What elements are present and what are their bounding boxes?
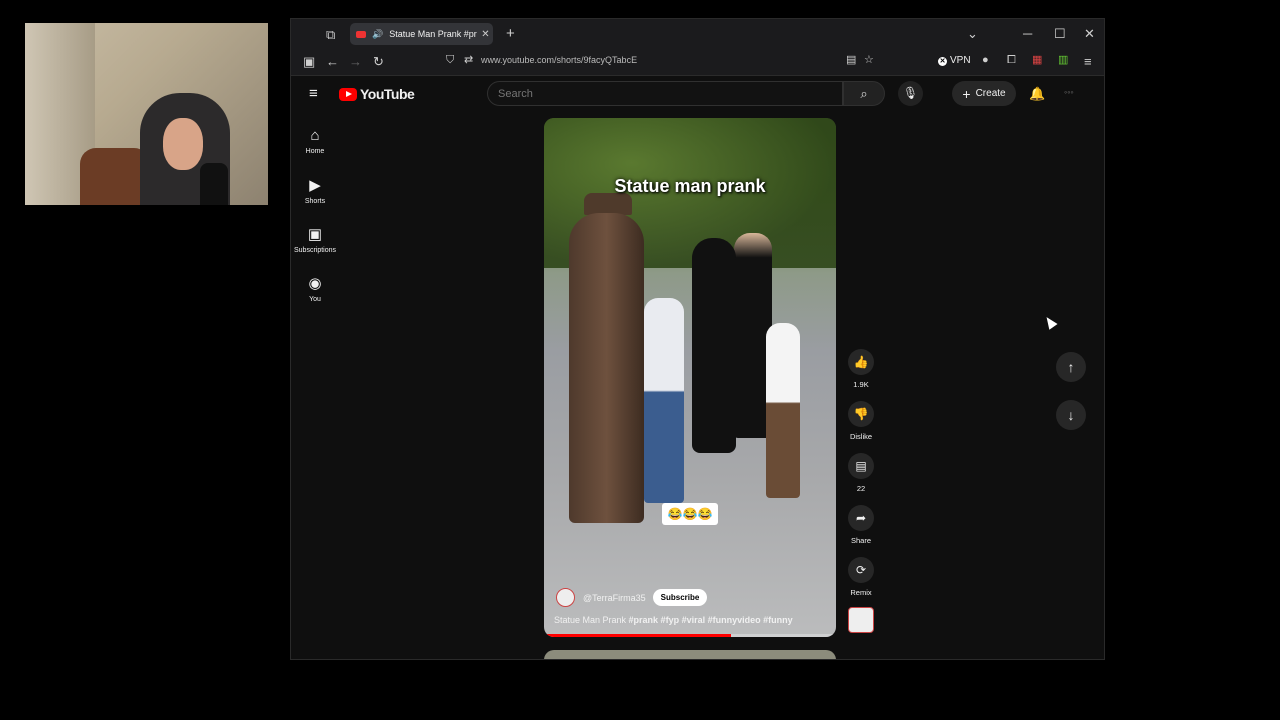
url-field[interactable]: www.youtube.com/shorts/9facyQTabcE bbox=[481, 55, 637, 65]
sidebar-toggle-icon[interactable]: ▣ bbox=[303, 55, 315, 68]
youtube-play-icon bbox=[339, 87, 357, 101]
channel-row: @TerraFirma35 Subscribe bbox=[556, 588, 708, 607]
like-count: 1.9K bbox=[853, 380, 869, 389]
video-caption: Statue man prank bbox=[614, 176, 766, 196]
tab-tray-icon[interactable]: ⧉ bbox=[326, 28, 335, 41]
extension-d-icon[interactable]: ● bbox=[982, 55, 989, 66]
maximize-button[interactable]: ☐ bbox=[1054, 27, 1066, 40]
create-button[interactable]: + Create bbox=[952, 81, 1016, 106]
new-tab-button[interactable]: + bbox=[506, 26, 515, 41]
sidebar-item-you[interactable]: ◉ You bbox=[291, 274, 339, 303]
previous-short-button[interactable]: ↑ bbox=[1056, 352, 1086, 382]
progress-bar[interactable] bbox=[544, 634, 836, 637]
remix-button[interactable]: ⟳ Remix bbox=[846, 557, 876, 597]
sidebar-item-label: You bbox=[309, 296, 321, 303]
comment-count: 22 bbox=[856, 484, 866, 493]
search-input[interactable] bbox=[488, 82, 838, 106]
voice-search-button[interactable]: 🎙 bbox=[898, 81, 923, 106]
dislike-button[interactable]: 👎 Dislike bbox=[846, 401, 876, 441]
arrow-up-icon: ↑ bbox=[1067, 359, 1075, 375]
site-info-icon[interactable]: ⛉ bbox=[446, 55, 454, 66]
dislike-label: Dislike bbox=[849, 432, 873, 441]
comment-icon: ▤ bbox=[848, 453, 874, 479]
youtube-favicon-icon bbox=[356, 30, 366, 38]
title-hashtags[interactable]: #prank #fyp #viral #funnyvideo #funny bbox=[629, 615, 793, 625]
webcam-overlay bbox=[25, 23, 268, 205]
active-tab[interactable]: 🔊 Statue Man Prank #prank # ✕ bbox=[350, 23, 493, 45]
home-icon: ⌂ bbox=[310, 127, 320, 144]
minimize-button[interactable]: ─ bbox=[1023, 27, 1032, 40]
remix-icon: ⟳ bbox=[848, 557, 874, 583]
plus-icon: + bbox=[962, 85, 971, 102]
shorts-icon: ▶ bbox=[309, 177, 321, 194]
sidebar-item-home[interactable]: ⌂ Home bbox=[291, 127, 339, 155]
hamburger-menu-icon[interactable]: ≡ bbox=[309, 86, 318, 101]
extension-badge-icon[interactable]: ▦ bbox=[1032, 55, 1042, 66]
search-button[interactable]: ⌕ bbox=[843, 81, 885, 106]
tab-title: Statue Man Prank #prank # bbox=[389, 29, 477, 39]
sound-avatar-icon bbox=[848, 607, 874, 633]
share-icon: ➦ bbox=[848, 505, 874, 531]
comments-button[interactable]: ▤ 22 bbox=[846, 453, 876, 493]
browser-menu-icon[interactable]: ≡ bbox=[1084, 55, 1092, 68]
short-video-player[interactable]: Statue man prank 😂😂😂 @TerraFirma35 Subsc… bbox=[544, 118, 836, 637]
subscriptions-icon: ▣ bbox=[307, 226, 323, 243]
close-tab-icon[interactable]: ✕ bbox=[481, 29, 489, 40]
you-icon: ◉ bbox=[308, 275, 322, 292]
speaker-icon[interactable]: 🔊 bbox=[372, 29, 383, 40]
tab-list-chevron-icon[interactable]: ⌄ bbox=[967, 27, 978, 40]
microphone-icon: 🎙 bbox=[902, 86, 919, 100]
next-short-button[interactable]: ↓ bbox=[1056, 400, 1086, 430]
video-title: Statue Man Prank #prank #fyp #viral #fun… bbox=[554, 615, 793, 625]
thumbs-up-icon: 👍 bbox=[848, 349, 874, 375]
logo-text: YouTube bbox=[360, 86, 415, 102]
avatar-loading-icon[interactable]: ◦◦◦ bbox=[1064, 88, 1074, 97]
youtube-header: ≡ YouTube ⌕ 🎙 + Create 🔔 ◦◦◦ bbox=[291, 75, 1104, 115]
vpn-button[interactable]: ✕ VPN bbox=[938, 55, 971, 66]
search-icon: ⌕ bbox=[860, 86, 868, 101]
address-bar-row: ▣ ← → ↻ ⛉ ⇄ www.youtube.com/shorts/9facy… bbox=[291, 48, 1104, 76]
subscribe-button[interactable]: Subscribe bbox=[652, 589, 708, 606]
like-button[interactable]: 👍 1.9K bbox=[846, 349, 876, 389]
bookmark-star-icon[interactable]: ☆ bbox=[864, 55, 874, 66]
create-label: Create bbox=[975, 88, 1006, 99]
back-button[interactable]: ← bbox=[326, 55, 339, 68]
tab-bar: ⧉ 🔊 Statue Man Prank #prank # ✕ + ⌄ ─ ☐ … bbox=[291, 19, 1104, 48]
extensions-puzzle-icon[interactable]: ⧠ bbox=[1007, 55, 1016, 66]
sidebar-item-label: Shorts bbox=[304, 198, 326, 205]
share-label: Share bbox=[850, 536, 871, 545]
forward-button[interactable]: → bbox=[349, 55, 362, 68]
reload-button[interactable]: ↻ bbox=[373, 55, 384, 68]
sidebar-item-shorts[interactable]: ▶ Shorts bbox=[291, 176, 339, 205]
extension-meter-icon[interactable]: ▥ bbox=[1058, 55, 1068, 66]
sound-thumbnail[interactable] bbox=[846, 607, 876, 633]
close-window-button[interactable]: ✕ bbox=[1084, 27, 1095, 40]
next-short-preview[interactable] bbox=[544, 650, 836, 659]
progress-fill bbox=[544, 634, 731, 637]
browser-window: ⧉ 🔊 Statue Man Prank #prank # ✕ + ⌄ ─ ☐ … bbox=[290, 18, 1105, 660]
channel-name[interactable]: @TerraFirma35 bbox=[583, 593, 646, 603]
search-box bbox=[487, 81, 843, 106]
reader-mode-icon[interactable]: ▤ bbox=[846, 55, 856, 66]
remix-label: Remix bbox=[850, 588, 872, 597]
sidebar-item-label: Home bbox=[305, 148, 325, 155]
youtube-logo[interactable]: YouTube bbox=[339, 86, 415, 102]
thumbs-down-icon: 👎 bbox=[848, 401, 874, 427]
channel-avatar[interactable] bbox=[556, 588, 575, 607]
title-text: Statue Man Prank bbox=[554, 615, 629, 625]
arrow-down-icon: ↓ bbox=[1067, 407, 1075, 423]
permissions-icon[interactable]: ⇄ bbox=[464, 55, 473, 66]
notifications-bell-icon[interactable]: 🔔 bbox=[1029, 86, 1045, 102]
share-button[interactable]: ➦ Share bbox=[846, 505, 876, 545]
sidebar-item-subscriptions[interactable]: ▣ Subscriptions bbox=[291, 225, 339, 254]
sidebar-item-label: Subscriptions bbox=[293, 247, 337, 254]
emoji-overlay: 😂😂😂 bbox=[662, 503, 718, 525]
